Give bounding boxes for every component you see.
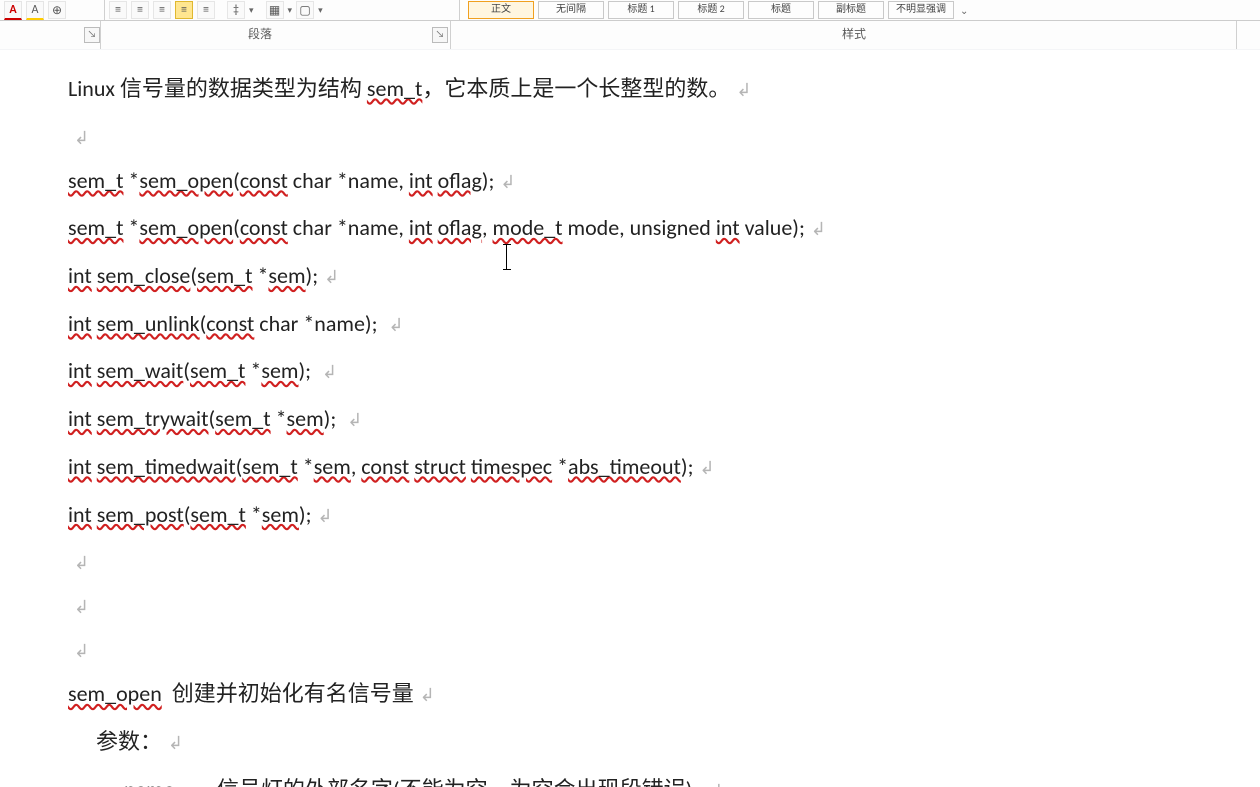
code-line[interactable]: int sem_trywait(sem_t *sem); ↲	[68, 404, 1240, 434]
paragraph-mark-icon: ↲	[420, 684, 435, 706]
paragraph-group-launcher-icon[interactable]: ↘	[432, 27, 448, 43]
paragraph-mark-icon: ↲	[74, 552, 89, 574]
ribbon-styles-group-fragment: 正文无间隔标题 1标题 2标题副标题不明显强调 ⌄	[459, 0, 1260, 20]
dropdown-icon[interactable]: ▾	[288, 5, 293, 16]
blank-line[interactable]: ↲	[68, 635, 1240, 661]
paragraph-mark-icon: ↲	[736, 79, 751, 101]
align-center-icon[interactable]: ≡	[131, 1, 149, 19]
paragraph-mark-icon: ↲	[388, 314, 403, 336]
paragraph-mark-icon: ↲	[811, 218, 826, 240]
style-chip[interactable]: 标题 1	[608, 1, 674, 19]
paragraph-mark-icon: ↲	[500, 171, 515, 193]
ribbon-paragraph-group-fragment: ≡ ≡ ≡ ≡ ≡ ‡ ▾ ▦ ▾ ▢ ▾	[104, 0, 459, 20]
style-chip[interactable]: 不明显强调	[888, 1, 954, 19]
document-body[interactable]: Linux 信号量的数据类型为结构 sem_t，它本质上是一个长整型的数。↲ ↲…	[68, 74, 1240, 787]
param-line[interactable]: name 信号灯的外部名字(不能为空，为空会出现段错误) ↲	[124, 775, 1240, 787]
border-icon[interactable]: ▢	[296, 1, 314, 19]
paragraph-mark-icon: ↲	[699, 457, 714, 479]
text-line[interactable]: 参数：↲	[96, 727, 1240, 757]
styles-more-icon[interactable]: ⌄	[960, 4, 968, 17]
align-left-icon[interactable]: ≡	[109, 1, 127, 19]
style-chip[interactable]: 副标题	[818, 1, 884, 19]
ribbon-font-group-fragment: A A ⊕	[0, 0, 104, 20]
highlight-color-icon[interactable]: A	[26, 1, 44, 20]
paragraph-mark-icon: ↲	[322, 361, 337, 383]
code-line[interactable]: int sem_post(sem_t *sem);↲	[68, 500, 1240, 530]
line-spacing-icon[interactable]: ‡	[227, 1, 245, 19]
paragraph-group-label: 段落	[248, 25, 272, 42]
paragraph-mark-icon: ↲	[347, 409, 362, 431]
code-line[interactable]: sem_t *sem_open(const char *name, int of…	[68, 213, 1240, 243]
blank-line[interactable]: ↲	[68, 591, 1240, 617]
paragraph-mark-icon: ↲	[168, 732, 183, 754]
paragraph-mark-icon: ↲	[74, 596, 89, 618]
text-line[interactable]: sem_open 创建并初始化有名信号量↲	[68, 679, 1240, 709]
shading-icon[interactable]: ▦	[266, 1, 284, 19]
font-group-launcher-icon[interactable]: ↘	[84, 27, 100, 43]
ribbon-row: A A ⊕ ≡ ≡ ≡ ≡ ≡ ‡ ▾ ▦ ▾ ▢ ▾ 正文无间隔标题 1标题 …	[0, 0, 1260, 21]
ribbon-group-labels: ↘ 段落 ↘ 样式	[0, 21, 1260, 49]
blank-line[interactable]: ↲	[68, 547, 1240, 573]
dropdown-icon[interactable]: ▾	[249, 5, 254, 16]
code-line[interactable]: int sem_wait(sem_t *sem); ↲	[68, 356, 1240, 386]
code-line[interactable]: sem_t *sem_open(const char *name, int of…	[68, 166, 1240, 196]
paragraph-mark-icon: ↲	[708, 780, 723, 787]
text-cursor-icon	[506, 244, 507, 270]
paragraph-mark-icon: ↲	[74, 640, 89, 662]
style-chip[interactable]: 标题	[748, 1, 814, 19]
style-chip[interactable]: 正文	[468, 1, 534, 19]
blank-line[interactable]: ↲	[68, 122, 1240, 148]
text-line[interactable]: Linux 信号量的数据类型为结构 sem_t，它本质上是一个长整型的数。↲	[68, 74, 1240, 104]
styles-group-label: 样式	[842, 25, 866, 42]
document-page[interactable]: Linux 信号量的数据类型为结构 sem_t，它本质上是一个长整型的数。↲ ↲…	[0, 50, 1260, 787]
paragraph-mark-icon: ↲	[317, 505, 332, 527]
style-chip[interactable]: 标题 2	[678, 1, 744, 19]
code-line[interactable]: int sem_close(sem_t *sem);↲	[68, 261, 1240, 291]
paragraph-mark-icon: ↲	[324, 266, 339, 288]
align-justify-icon[interactable]: ≡	[175, 1, 193, 19]
paragraph-mark-icon: ↲	[74, 127, 89, 149]
code-line[interactable]: int sem_timedwait(sem_t *sem, const stru…	[68, 452, 1240, 482]
font-color-icon[interactable]: A	[4, 1, 22, 20]
style-chip[interactable]: 无间隔	[538, 1, 604, 19]
character-border-icon[interactable]: ⊕	[48, 1, 66, 19]
dropdown-icon[interactable]: ▾	[318, 5, 323, 16]
align-distribute-icon[interactable]: ≡	[197, 1, 215, 19]
align-right-icon[interactable]: ≡	[153, 1, 171, 19]
code-line[interactable]: int sem_unlink(const char *name); ↲	[68, 309, 1240, 339]
